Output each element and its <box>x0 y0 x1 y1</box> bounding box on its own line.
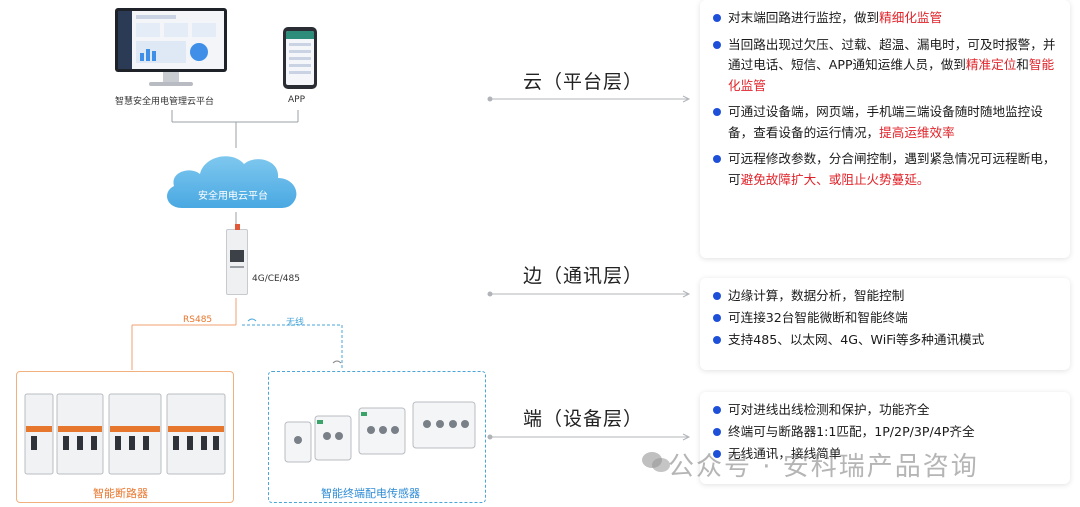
gateway-label: 4G/CE/485 <box>252 274 300 284</box>
sensor-group: 智能终端配电传感器 <box>268 371 486 503</box>
cloud-item-1: 对末端回路进行监控，做到精细化监管 <box>712 8 1060 29</box>
breaker-image <box>24 393 226 475</box>
layer-cloud-label: 云（平台层） <box>523 71 644 93</box>
cloud-layer-panel: 对末端回路进行监控，做到精细化监管 当回路出现过欠压、过载、超温、漏电时，可及时… <box>700 0 1070 258</box>
edge-layer-panel: 边缘计算，数据分析，智能控制 可连接32台智能微断和智能终端 支持485、以太网… <box>700 278 1070 370</box>
cloud-label: 安全用电云平台 <box>198 191 268 202</box>
cloud-item-3: 可通过设备端，网页端，手机端三端设备随时随地监控设备，查看设备的运行情况，提高运… <box>712 102 1060 143</box>
watermark-text: 公众号 · 安科瑞产品咨询 <box>668 452 979 482</box>
cloud-icon <box>167 156 297 208</box>
wechat-icon <box>642 452 670 472</box>
terminal-item-2: 终端可与断路器1:1匹配，1P/2P/3P/4P齐全 <box>712 422 1060 442</box>
breaker-group: 智能断路器 <box>16 371 234 503</box>
sensor-image <box>284 401 476 463</box>
edge-item-1: 边缘计算，数据分析，智能控制 <box>712 286 1060 306</box>
layer-edge-label: 边（通讯层） <box>523 265 644 287</box>
layer-terminal-label: 端（设备层） <box>523 408 644 430</box>
cloud-item-4: 可远程修改参数，分合闸控制，遇到紧急情况可远程断电，可避免故障扩大、或阻止火势蔓… <box>712 149 1060 190</box>
sensor-label: 智能终端配电传感器 <box>321 487 420 500</box>
rs485-label: RS485 <box>183 315 213 325</box>
breaker-label: 智能断路器 <box>93 487 148 500</box>
cloud-item-2: 当回路出现过欠压、过载、超温、漏电时，可及时报警，并通过电话、短信、APP通知运… <box>712 35 1060 97</box>
edge-item-2: 可连接32台智能微断和智能终端 <box>712 308 1060 328</box>
edge-item-3: 支持485、以太网、4G、WiFi等多种通讯模式 <box>712 330 1060 350</box>
terminal-item-1: 可对进线出线检测和保护，功能齐全 <box>712 400 1060 420</box>
wireless-label: 无线 <box>286 318 305 328</box>
gateway-device-image <box>226 224 248 295</box>
